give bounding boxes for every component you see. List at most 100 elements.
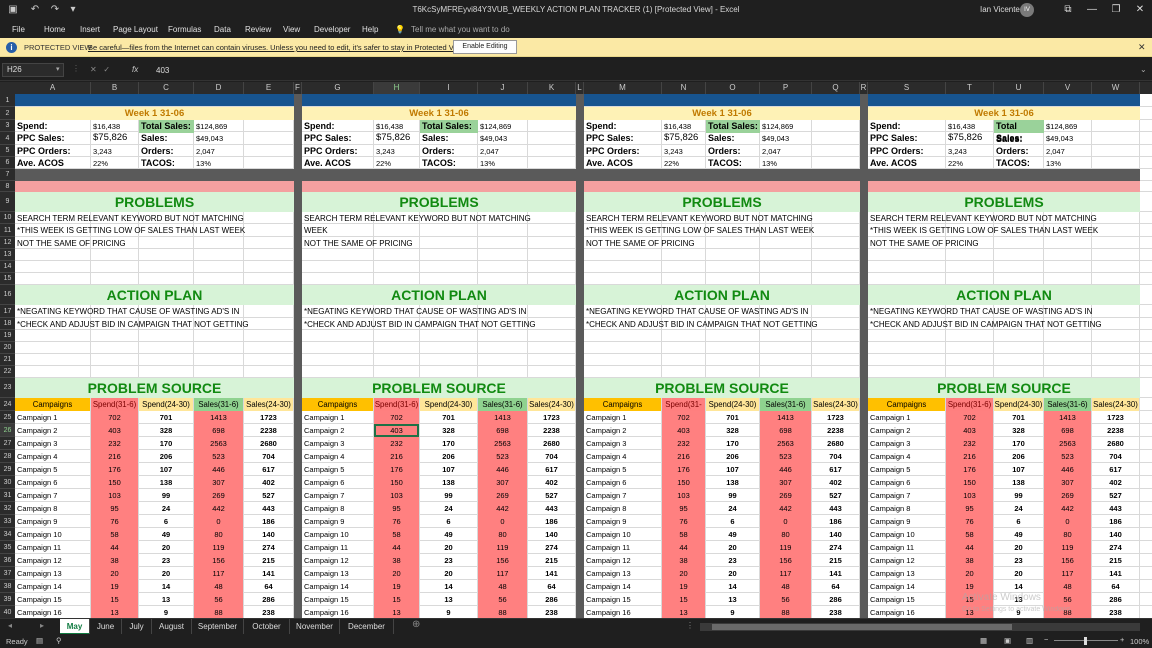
- table-cell[interactable]: 103: [662, 489, 705, 502]
- table-cell[interactable]: 48: [1044, 580, 1091, 593]
- table-cell[interactable]: Campaign 8: [868, 502, 945, 515]
- name-box[interactable]: H26: [2, 63, 64, 77]
- row-header[interactable]: 39: [0, 593, 15, 606]
- worksheet-grid[interactable]: ABCDEFGHIJKLMNOPQRSTUVW 1 2 3 4 5 6 7 8 9 10 11 12 1…: [0, 82, 1152, 618]
- tab-splitter-icon[interactable]: ⋮: [686, 621, 694, 630]
- table-cell[interactable]: 0: [478, 515, 527, 528]
- row-header[interactable]: 33: [0, 515, 15, 528]
- table-cell[interactable]: 107: [139, 463, 193, 476]
- table-cell[interactable]: 402: [528, 476, 575, 489]
- table-cell[interactable]: 1723: [528, 411, 575, 424]
- table-cell[interactable]: Campaign 15: [584, 593, 661, 606]
- table-cell[interactable]: 527: [244, 489, 293, 502]
- table-cell[interactable]: 119: [478, 541, 527, 554]
- table-cell[interactable]: 80: [194, 528, 243, 541]
- tab-insert[interactable]: Insert: [80, 25, 100, 34]
- table-cell[interactable]: 15: [662, 593, 705, 606]
- table-cell[interactable]: 2563: [194, 437, 243, 450]
- table-cell[interactable]: 286: [244, 593, 293, 606]
- table-cell[interactable]: 403: [662, 424, 705, 437]
- column-header[interactable]: W: [1092, 82, 1140, 94]
- table-cell[interactable]: 704: [812, 450, 859, 463]
- table-cell[interactable]: Campaign 9: [302, 515, 373, 528]
- table-cell[interactable]: 446: [760, 463, 811, 476]
- table-cell[interactable]: 176: [91, 463, 138, 476]
- table-cell[interactable]: 527: [812, 489, 859, 502]
- table-cell[interactable]: Campaign 11: [302, 541, 373, 554]
- table-cell[interactable]: 80: [760, 528, 811, 541]
- table-cell[interactable]: 1723: [244, 411, 293, 424]
- table-cell[interactable]: 1723: [1092, 411, 1139, 424]
- table-cell[interactable]: Campaign 2: [868, 424, 945, 437]
- table-cell[interactable]: Campaign 7: [15, 489, 90, 502]
- table-cell[interactable]: 403: [374, 424, 419, 437]
- zoom-in-icon[interactable]: +: [1120, 635, 1124, 644]
- table-cell[interactable]: 704: [528, 450, 575, 463]
- table-cell[interactable]: 20: [994, 567, 1043, 580]
- row-header[interactable]: 28: [0, 450, 15, 463]
- table-cell[interactable]: 523: [760, 450, 811, 463]
- tab-file[interactable]: File: [12, 25, 25, 34]
- row-header[interactable]: 9: [0, 192, 15, 212]
- table-cell[interactable]: 176: [374, 463, 419, 476]
- table-cell[interactable]: Campaign 4: [302, 450, 373, 463]
- table-cell[interactable]: 48: [760, 580, 811, 593]
- table-cell[interactable]: 138: [420, 476, 477, 489]
- table-cell[interactable]: 38: [374, 554, 419, 567]
- table-cell[interactable]: Campaign 3: [584, 437, 661, 450]
- table-cell[interactable]: 13: [662, 606, 705, 618]
- table-cell[interactable]: Campaign 6: [584, 476, 661, 489]
- table-cell[interactable]: 403: [946, 424, 993, 437]
- table-cell[interactable]: Campaign 12: [15, 554, 90, 567]
- table-cell[interactable]: 20: [706, 567, 759, 580]
- table-cell[interactable]: 13: [139, 593, 193, 606]
- table-cell[interactable]: 216: [946, 450, 993, 463]
- table-cell[interactable]: 38: [91, 554, 138, 567]
- table-cell[interactable]: 527: [1092, 489, 1139, 502]
- row-header[interactable]: 10: [0, 212, 15, 224]
- table-cell[interactable]: 307: [478, 476, 527, 489]
- table-cell[interactable]: Campaign 14: [302, 580, 373, 593]
- table-cell[interactable]: Campaign 1: [868, 411, 945, 424]
- table-cell[interactable]: 23: [420, 554, 477, 567]
- accessibility-icon[interactable]: ⚲: [56, 636, 62, 645]
- table-cell[interactable]: 442: [1044, 502, 1091, 515]
- row-header[interactable]: 31: [0, 489, 15, 502]
- table-cell[interactable]: Campaign 4: [15, 450, 90, 463]
- table-cell[interactable]: 19: [662, 580, 705, 593]
- table-cell[interactable]: 523: [1044, 450, 1091, 463]
- table-cell[interactable]: 269: [478, 489, 527, 502]
- table-cell[interactable]: 238: [812, 606, 859, 618]
- table-cell[interactable]: 2563: [760, 437, 811, 450]
- formula-input[interactable]: 403: [156, 66, 169, 75]
- table-cell[interactable]: Campaign 10: [302, 528, 373, 541]
- table-cell[interactable]: 186: [244, 515, 293, 528]
- table-cell[interactable]: 446: [1044, 463, 1091, 476]
- column-header[interactable]: V: [1044, 82, 1092, 94]
- table-cell[interactable]: Campaign 1: [15, 411, 90, 424]
- table-cell[interactable]: 701: [420, 411, 477, 424]
- table-cell[interactable]: 56: [478, 593, 527, 606]
- table-cell[interactable]: 617: [1092, 463, 1139, 476]
- column-header[interactable]: M: [584, 82, 662, 94]
- table-cell[interactable]: Campaign 16: [868, 606, 945, 618]
- table-cell[interactable]: 13: [374, 606, 419, 618]
- normal-view-icon[interactable]: ▦: [980, 636, 987, 645]
- table-cell[interactable]: 156: [1044, 554, 1091, 567]
- table-cell[interactable]: 170: [139, 437, 193, 450]
- table-cell[interactable]: 216: [374, 450, 419, 463]
- table-cell[interactable]: Campaign 8: [584, 502, 661, 515]
- table-cell[interactable]: Campaign 7: [868, 489, 945, 502]
- table-cell[interactable]: 527: [528, 489, 575, 502]
- table-cell[interactable]: 402: [244, 476, 293, 489]
- table-cell[interactable]: 523: [194, 450, 243, 463]
- table-cell[interactable]: 107: [706, 463, 759, 476]
- zoom-level[interactable]: 100%: [1130, 637, 1149, 646]
- table-cell[interactable]: 140: [1092, 528, 1139, 541]
- table-cell[interactable]: 238: [1092, 606, 1139, 618]
- row-header[interactable]: 6: [0, 157, 15, 169]
- row-header[interactable]: 34: [0, 528, 15, 541]
- table-cell[interactable]: 328: [994, 424, 1043, 437]
- table-cell[interactable]: Campaign 6: [15, 476, 90, 489]
- column-header[interactable]: O: [706, 82, 760, 94]
